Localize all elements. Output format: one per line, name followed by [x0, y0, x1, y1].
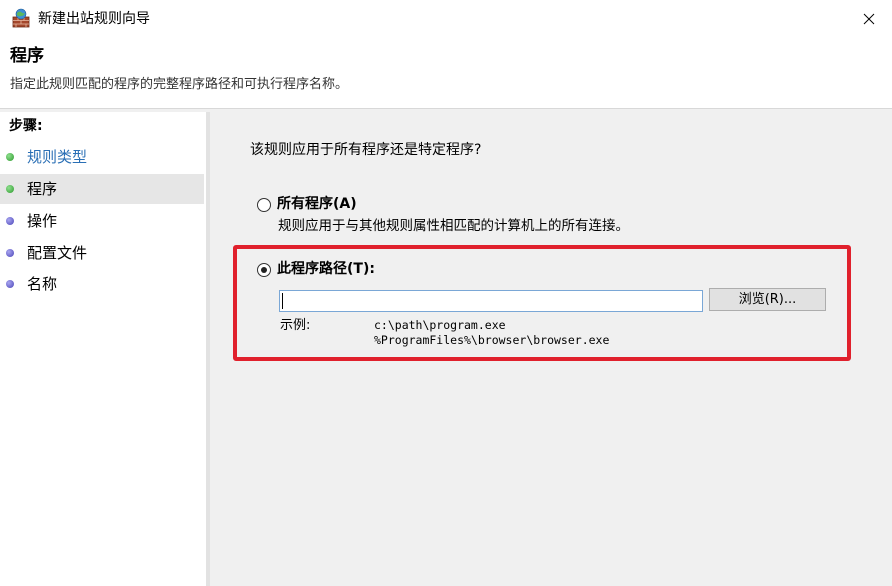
- steps-heading: 步骤:: [9, 118, 43, 134]
- example-path: c:\path\program.exe: [374, 318, 506, 332]
- program-path-radio[interactable]: [257, 263, 271, 277]
- step-label: 名称: [27, 275, 58, 293]
- text-caret: [282, 293, 283, 309]
- step-label: 规则类型: [27, 148, 88, 166]
- step-bullet-icon: [6, 249, 14, 257]
- close-icon: [863, 13, 875, 25]
- firewall-icon: [12, 8, 30, 28]
- step-bullet-icon: [6, 217, 14, 225]
- title-bar: 新建出站规则向导: [0, 0, 892, 38]
- step-label: 程序: [27, 180, 58, 198]
- wizard-content: 该规则应用于所有程序还是特定程序? 所有程序(A) 规则应用于与其他规则属性相匹…: [210, 112, 892, 586]
- step-bullet-icon: [6, 185, 14, 193]
- all-programs-description: 规则应用于与其他规则属性相匹配的计算机上的所有连接。: [278, 218, 629, 234]
- all-programs-label[interactable]: 所有程序(A): [277, 194, 357, 214]
- step-item-rule-type[interactable]: 规则类型: [0, 142, 204, 172]
- window-title: 新建出站规则向导: [38, 11, 150, 27]
- step-item-action[interactable]: 操作: [0, 206, 204, 236]
- step-item-profile[interactable]: 配置文件: [0, 238, 204, 268]
- step-label: 配置文件: [27, 244, 88, 262]
- step-label: 操作: [27, 212, 58, 230]
- step-bullet-icon: [6, 280, 14, 288]
- step-bullet-icon: [6, 153, 14, 161]
- program-path-input[interactable]: [279, 290, 703, 312]
- page-title: 程序: [10, 46, 44, 66]
- all-programs-radio[interactable]: [257, 198, 271, 212]
- example-path: %ProgramFiles%\browser\browser.exe: [374, 333, 610, 347]
- wizard-header: 程序 指定此规则匹配的程序的完整程序路径和可执行程序名称。: [0, 38, 892, 109]
- radio-selected-dot: [261, 267, 267, 273]
- example-label: 示例:: [280, 318, 311, 333]
- step-item-name[interactable]: 名称: [0, 269, 204, 299]
- close-button[interactable]: [846, 0, 892, 38]
- wizard-window: 新建出站规则向导 程序 指定此规则匹配的程序的完整程序路径和可执行程序名称。 步…: [0, 0, 892, 586]
- browse-button[interactable]: 浏览(R)...: [709, 288, 826, 311]
- steps-sidebar: 步骤: 规则类型 程序 操作 配置文件 名称: [0, 112, 206, 586]
- step-item-program[interactable]: 程序: [0, 174, 204, 204]
- program-path-label[interactable]: 此程序路径(T):: [277, 259, 375, 279]
- question-text: 该规则应用于所有程序还是特定程序?: [250, 142, 482, 158]
- page-subtitle: 指定此规则匹配的程序的完整程序路径和可执行程序名称。: [10, 77, 349, 92]
